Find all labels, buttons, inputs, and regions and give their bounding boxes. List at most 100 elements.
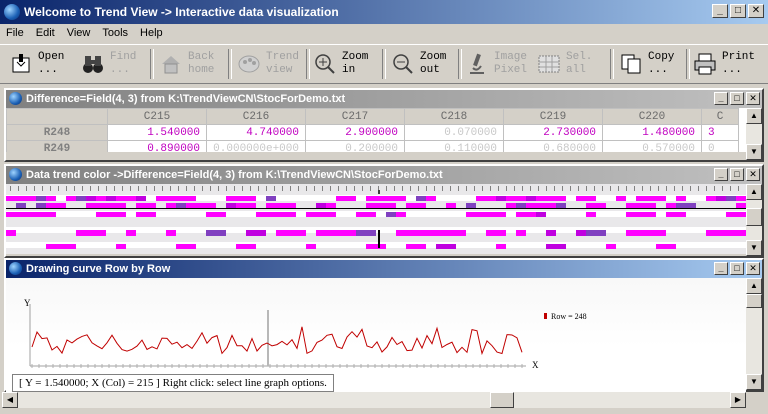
maximize-button[interactable]: □: [730, 4, 746, 18]
table-cell[interactable]: 2.900000: [305, 124, 405, 141]
toolbar-separator: [382, 49, 386, 79]
table-cell[interactable]: 0: [701, 140, 739, 152]
trend-color-map[interactable]: [6, 184, 746, 254]
line-graph[interactable]: Y X Row = 248 [ Y = 1.540000; X (Col) = …: [6, 278, 746, 393]
toolbar-separator: [458, 49, 462, 79]
grid-window-titlebar[interactable]: Difference=Field(4, 3) from K:\TrendView…: [6, 90, 762, 108]
curve-window-titlebar[interactable]: Drawing curve Row by Row _ □ ✕: [6, 260, 762, 278]
trend-view-button[interactable]: Trend view: [236, 47, 299, 81]
trend-cell: [236, 244, 256, 249]
column-header[interactable]: C220: [602, 108, 702, 125]
main-horizontal-scrollbar[interactable]: ◀ ▶: [2, 392, 746, 408]
maximize-button[interactable]: □: [730, 168, 744, 181]
data-grid[interactable]: C215 C216 C217 C218 C219 C220 C R248 1.5…: [6, 108, 746, 152]
scroll-thumb[interactable]: [746, 208, 762, 226]
app-titlebar[interactable]: Welcome to Trend View -> Interactive dat…: [0, 0, 768, 24]
trend-cell: [286, 230, 296, 236]
select-all-button[interactable]: Sel. all: [536, 47, 592, 81]
column-header[interactable]: C215: [107, 108, 207, 125]
globe-icon: [9, 92, 22, 105]
column-header[interactable]: C: [701, 108, 739, 125]
scroll-left-arrow-icon[interactable]: ◀: [2, 392, 18, 408]
close-button[interactable]: ✕: [748, 4, 764, 18]
image-pixel-label: Image Pixel: [494, 51, 528, 76]
close-button[interactable]: ✕: [746, 92, 760, 105]
open-button[interactable]: Open ...: [8, 47, 64, 81]
zoom-in-label: Zoom in: [342, 51, 369, 76]
table-cell[interactable]: 0.000000e+000: [206, 140, 306, 152]
trend-cell: [406, 230, 416, 236]
scroll-down-arrow-icon[interactable]: ▼: [746, 374, 762, 390]
table-cell[interactable]: 0.200000: [305, 140, 405, 152]
trend-cell: [486, 230, 506, 236]
image-pixel-button[interactable]: Image Pixel: [464, 47, 527, 81]
column-header[interactable]: C216: [206, 108, 306, 125]
ruler-tick: [330, 186, 331, 191]
table-cell[interactable]: 0.890000: [107, 140, 207, 152]
curve-vertical-scrollbar[interactable]: ▲ ▼: [746, 278, 762, 390]
table-cell[interactable]: 1.540000: [107, 124, 207, 141]
minimize-button[interactable]: _: [714, 92, 728, 105]
row-header[interactable]: R249: [6, 140, 108, 152]
menu-tools[interactable]: Tools: [96, 24, 134, 42]
table-cell[interactable]: 0.070000: [404, 124, 504, 141]
scroll-thumb[interactable]: [490, 392, 514, 408]
column-header[interactable]: C219: [503, 108, 603, 125]
scroll-down-arrow-icon[interactable]: ▼: [746, 240, 762, 256]
table-cell[interactable]: 2.730000: [503, 124, 603, 141]
trend-cell: [16, 196, 26, 201]
find-button[interactable]: Find ...: [80, 47, 136, 81]
column-header[interactable]: C217: [305, 108, 405, 125]
ruler-tick: [242, 186, 243, 191]
minimize-button[interactable]: _: [712, 4, 728, 18]
scroll-up-arrow-icon[interactable]: ▲: [746, 278, 762, 294]
scroll-thumb[interactable]: [746, 294, 762, 308]
app-globe-icon: [4, 4, 20, 20]
scroll-down-arrow-icon[interactable]: ▼: [746, 144, 762, 160]
trend-cell: [736, 196, 746, 201]
find-label: Find ...: [110, 51, 137, 76]
zoom-in-button[interactable]: Zoom in: [312, 47, 368, 81]
ruler-tick: [418, 186, 419, 191]
menu-help[interactable]: Help: [134, 24, 169, 42]
ruler-tick: [386, 186, 387, 191]
scroll-right-arrow-icon[interactable]: ▶: [730, 392, 746, 408]
trend-window-titlebar[interactable]: Data trend color ->Difference=Field(4, 3…: [6, 166, 762, 184]
maximize-button[interactable]: □: [730, 262, 744, 275]
toolbar: Open ... Find ... Back home Trend view Z…: [0, 44, 768, 84]
zoom-out-icon: [390, 51, 416, 77]
minimize-button[interactable]: _: [714, 168, 728, 181]
copy-button[interactable]: Copy ...: [618, 47, 674, 81]
ruler-tick: [546, 186, 547, 191]
menu-edit[interactable]: Edit: [30, 24, 61, 42]
table-cell[interactable]: 3: [701, 124, 739, 141]
trend-cell: [316, 212, 326, 217]
trend-cell: [546, 196, 556, 201]
table-cell[interactable]: 0.680000: [503, 140, 603, 152]
close-button[interactable]: ✕: [746, 168, 760, 181]
close-button[interactable]: ✕: [746, 262, 760, 275]
scroll-up-arrow-icon[interactable]: ▲: [746, 184, 762, 200]
trend-vertical-scrollbar[interactable]: ▲ ▼: [746, 184, 762, 256]
table-cell[interactable]: 0.570000: [602, 140, 702, 152]
ruler-tick: [370, 186, 371, 191]
minimize-button[interactable]: _: [714, 262, 728, 275]
table-cell[interactable]: 1.480000: [602, 124, 702, 141]
ruler-tick: [498, 186, 499, 191]
menu-file[interactable]: File: [0, 24, 30, 42]
maximize-button[interactable]: □: [730, 92, 744, 105]
table-cell[interactable]: 4.740000: [206, 124, 306, 141]
trend-cell: [226, 196, 236, 201]
ruler-tick: [338, 186, 339, 191]
print-button[interactable]: Print ...: [692, 47, 755, 81]
trend-cell: [526, 196, 536, 201]
grid-vertical-scrollbar[interactable]: ▲ ▼: [746, 108, 762, 160]
row-header[interactable]: R248: [6, 124, 108, 141]
column-header[interactable]: C218: [404, 108, 504, 125]
table-cell[interactable]: 0.110000: [404, 140, 504, 152]
menu-view[interactable]: View: [61, 24, 97, 42]
scroll-up-arrow-icon[interactable]: ▲: [746, 108, 762, 124]
back-home-button[interactable]: Back home: [158, 47, 214, 81]
zoom-out-button[interactable]: Zoom out: [390, 47, 446, 81]
trend-cell: [556, 244, 566, 249]
